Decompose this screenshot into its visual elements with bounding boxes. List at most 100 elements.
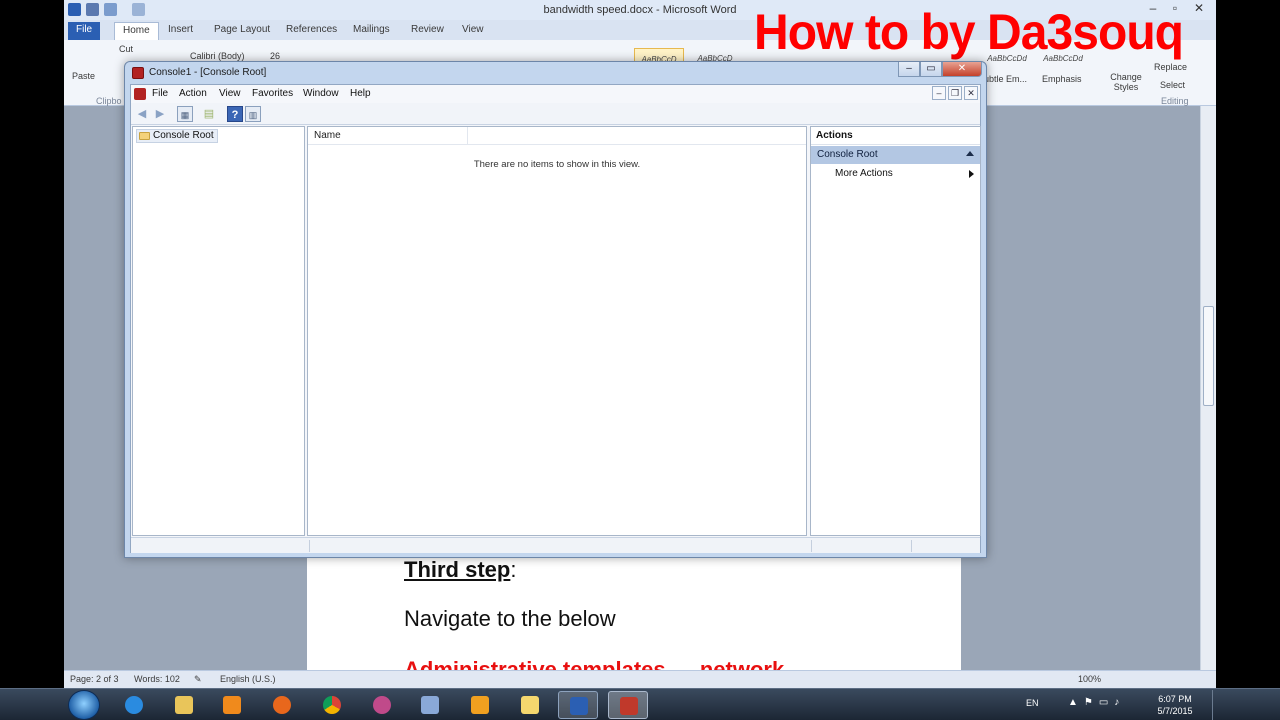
doc-restore-button[interactable]: ❐: [948, 86, 962, 100]
show-hide-action-pane-icon[interactable]: ▥: [245, 106, 261, 122]
menu-window[interactable]: Window: [303, 88, 339, 99]
internet-explorer-icon: [125, 696, 143, 714]
tab-references[interactable]: References: [278, 22, 345, 40]
style-emphasis-label: Emphasis: [1042, 74, 1082, 84]
start-button[interactable]: [68, 690, 100, 720]
more-actions-item[interactable]: More Actions: [835, 168, 893, 179]
actions-section-label: Console Root: [817, 149, 878, 160]
tray-icons[interactable]: ▲⚑▭♪: [1068, 697, 1125, 708]
mmc-app-icon[interactable]: [132, 67, 144, 79]
doc-minimize-button[interactable]: –: [932, 86, 946, 100]
language-indicator[interactable]: EN: [1026, 698, 1039, 708]
taskbar-clock[interactable]: 6:07 PM 5/7/2015: [1146, 693, 1204, 717]
mmc-menubar: File Action View Favorites Window Help –…: [131, 85, 980, 103]
clock-date: 5/7/2015: [1157, 706, 1193, 716]
menu-favorites[interactable]: Favorites: [252, 88, 293, 99]
tab-page-layout[interactable]: Page Layout: [206, 22, 278, 40]
mmc-close-button[interactable]: ✕: [942, 62, 982, 77]
status-segment: [911, 540, 912, 552]
folder-icon: [139, 132, 150, 140]
console-doc-icon[interactable]: [134, 88, 146, 100]
word-statusbar: Page: 2 of 3 Words: 102 ✎ English (U.S.)…: [64, 670, 1216, 688]
tab-mailings[interactable]: Mailings: [345, 22, 398, 40]
windows-taskbar: EN ▲⚑▭♪ 6:07 PM 5/7/2015: [0, 688, 1280, 720]
taskbar-mmc[interactable]: [608, 691, 648, 719]
tab-insert[interactable]: Insert: [160, 22, 201, 40]
tab-review[interactable]: Review: [403, 22, 452, 40]
replace-button[interactable]: Replace: [1154, 62, 1187, 72]
collapse-arrow-icon[interactable]: [966, 151, 974, 156]
clipboard-group-label: Clipbo: [96, 96, 122, 106]
mmc-icon: [620, 697, 638, 715]
notes-icon: [521, 696, 539, 714]
page-count[interactable]: Page: 2 of 3: [70, 674, 119, 684]
editing-group-label: Editing: [1161, 96, 1189, 106]
folder-icon: [175, 696, 193, 714]
menu-file[interactable]: File: [152, 88, 168, 99]
firefox-icon: [273, 696, 291, 714]
actions-section-console-root[interactable]: Console Root: [811, 146, 980, 164]
tab-file[interactable]: File: [68, 22, 101, 40]
list-header: Name: [308, 127, 806, 145]
doc-heading-colon: :: [510, 557, 517, 582]
word-icon: [570, 697, 588, 715]
taskbar-chrome[interactable]: [312, 691, 352, 719]
mmc-window-controls: – ▭ ✕: [898, 62, 982, 78]
mmc-statusbar: [131, 537, 980, 553]
taskbar-explorer[interactable]: [164, 691, 204, 719]
change-styles-button[interactable]: Change Styles: [1108, 72, 1144, 92]
tree-item-label: Console Root: [153, 130, 214, 141]
show-hide-tree-icon[interactable]: ▦: [177, 106, 193, 122]
forward-arrow-icon[interactable]: ▶: [152, 106, 168, 122]
submenu-arrow-icon: [969, 170, 974, 178]
zoom-level[interactable]: 100%: [1078, 674, 1101, 684]
doc-heading-strong: Third step: [404, 557, 511, 582]
taskbar-virtualbox[interactable]: [410, 691, 450, 719]
help-icon[interactable]: ?: [227, 106, 243, 122]
font-name-select[interactable]: Calibri (Body): [190, 51, 245, 61]
console-tree-pane: Console Root: [132, 126, 305, 536]
virtualbox-icon: [421, 696, 439, 714]
mmc-window-title: Console1 - [Console Root]: [149, 67, 267, 78]
back-arrow-icon[interactable]: ◀: [134, 106, 150, 122]
document-vertical-scrollbar[interactable]: [1200, 106, 1216, 670]
column-header-name[interactable]: Name: [308, 127, 468, 145]
mmc-toolbar: ◀ ▶ ▦ ▤ ? ▥: [131, 103, 980, 125]
mmc-console-window: Console1 - [Console Root] – ▭ ✕ File Act…: [124, 61, 987, 558]
taskbar-media-player[interactable]: [212, 691, 252, 719]
tree-item-console-root[interactable]: Console Root: [136, 129, 218, 143]
taskbar-word[interactable]: [558, 691, 598, 719]
paste-button[interactable]: Paste: [72, 71, 95, 81]
font-size-select[interactable]: 26: [270, 51, 280, 61]
mmc-minimize-button[interactable]: –: [898, 62, 920, 77]
select-button[interactable]: Select: [1160, 80, 1185, 90]
word-close-button[interactable]: ✕: [1188, 1, 1210, 17]
menu-help[interactable]: Help: [350, 88, 371, 99]
taskbar-app-orange[interactable]: [460, 691, 500, 719]
left-black-strip: [0, 0, 64, 688]
export-list-icon[interactable]: ▤: [201, 106, 217, 122]
proofing-icon[interactable]: ✎: [194, 674, 202, 685]
menu-action[interactable]: Action: [179, 88, 207, 99]
show-desktop-button[interactable]: [1212, 690, 1224, 720]
taskbar-app-multi[interactable]: [362, 691, 402, 719]
language-indicator[interactable]: English (U.S.): [220, 674, 276, 684]
scrollbar-thumb[interactable]: [1203, 306, 1214, 406]
tab-home[interactable]: Home: [114, 22, 159, 40]
mmc-maximize-button[interactable]: ▭: [920, 62, 942, 77]
doc-paragraph: Navigate to the below: [404, 606, 616, 631]
taskbar-internet-explorer[interactable]: [114, 691, 154, 719]
taskbar-notes[interactable]: [510, 691, 550, 719]
menu-view[interactable]: View: [219, 88, 241, 99]
clock-time: 6:07 PM: [1158, 694, 1192, 704]
app-icon: [471, 696, 489, 714]
mmc-client-area: File Action View Favorites Window Help –…: [130, 84, 981, 553]
tab-view[interactable]: View: [454, 22, 492, 40]
mmc-titlebar[interactable]: Console1 - [Console Root] – ▭ ✕: [125, 62, 986, 84]
doc-close-button[interactable]: ✕: [964, 86, 978, 100]
word-count[interactable]: Words: 102: [134, 674, 180, 684]
chrome-icon: [323, 696, 341, 714]
cut-button[interactable]: Cut: [119, 44, 133, 54]
taskbar-firefox[interactable]: [262, 691, 302, 719]
mmc-doc-controls: – ❐ ✕: [932, 86, 978, 100]
